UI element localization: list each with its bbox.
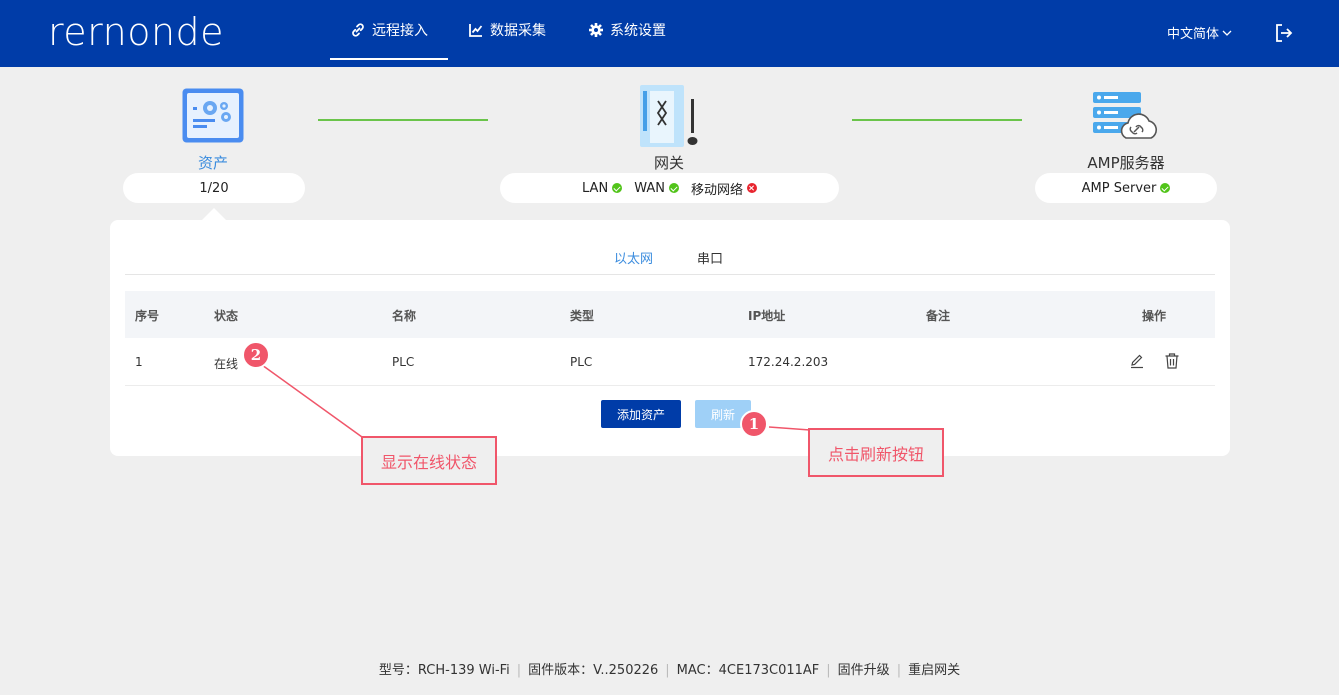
server-status-pill: AMP Server bbox=[1035, 173, 1217, 203]
server-title: AMP服务器 bbox=[1087, 154, 1165, 172]
table-header: 序号 状态 名称 类型 IP地址 备注 操作 bbox=[125, 291, 1215, 338]
col-note: 备注 bbox=[926, 309, 951, 323]
asset-gateway-link bbox=[318, 119, 488, 121]
footer-bar: 型号：RCH-139 Wi-Fi | 固件版本：V..250226 | MAC：4CE1… bbox=[0, 659, 1339, 678]
row-index: 1 bbox=[135, 355, 143, 369]
asset-title: 资产 bbox=[197, 154, 228, 172]
col-type: 类型 bbox=[570, 309, 595, 323]
top-navbar: rernonde 远程接入 数据采集 系统设置 中文简体 bbox=[0, 0, 1339, 67]
delete-icon[interactable] bbox=[1163, 352, 1181, 370]
tab-serial[interactable]: 串口 bbox=[697, 248, 723, 267]
nav-data-collection[interactable]: 数据采集 bbox=[468, 0, 546, 60]
check-icon bbox=[668, 183, 679, 193]
link-icon bbox=[352, 23, 364, 37]
nav-remote-access[interactable]: 远程接入 bbox=[330, 0, 448, 60]
row-name: PLC bbox=[392, 355, 415, 369]
mobile-network-status: 移动网络 bbox=[691, 179, 757, 198]
row-ip: 172.24.2.203 bbox=[748, 355, 829, 369]
asset-card: 以太网 串口 序号 状态 名称 类型 IP地址 备注 操作 1 在线 PLC P… bbox=[110, 220, 1230, 456]
chevron-down-icon bbox=[1222, 30, 1232, 36]
asset-count-pill: 1/20 bbox=[123, 173, 305, 203]
divider: | bbox=[516, 663, 522, 678]
edit-icon[interactable] bbox=[1128, 352, 1146, 370]
callout-online-status: 显示在线状态 bbox=[361, 436, 497, 485]
table-row: 1 在线 PLC PLC 172.24.2.203 bbox=[125, 338, 1215, 386]
asset-count: 1/20 bbox=[199, 180, 229, 196]
language-label: 中文简体 bbox=[1166, 27, 1219, 42]
asset-monitor-icon[interactable] bbox=[181, 87, 245, 144]
server-cloud-icon[interactable] bbox=[1092, 90, 1160, 142]
nav-system-settings[interactable]: 系统设置 bbox=[588, 0, 666, 60]
firmware-version: 固件版本：V..250226 bbox=[528, 663, 659, 678]
tab-bar: 以太网 串口 bbox=[125, 240, 1215, 275]
gateway-server-link bbox=[852, 119, 1022, 121]
col-name: 名称 bbox=[392, 309, 417, 323]
divider: | bbox=[826, 663, 831, 678]
row-type: PLC bbox=[570, 355, 593, 369]
lan-status: LAN bbox=[582, 181, 623, 196]
col-index: 序号 bbox=[135, 309, 160, 323]
logout-icon[interactable] bbox=[1273, 22, 1295, 44]
device-model: 型号：RCH-139 Wi-Fi bbox=[378, 663, 510, 678]
gateway-device-icon[interactable] bbox=[636, 83, 702, 149]
nav-label: 远程接入 bbox=[372, 23, 428, 39]
tab-ethernet[interactable]: 以太网 bbox=[614, 248, 653, 267]
gateway-status-pill: LAN WAN 移动网络 bbox=[500, 173, 839, 203]
col-ip: IP地址 bbox=[748, 309, 786, 323]
annotation-badge-1: 1 bbox=[740, 410, 768, 438]
reboot-gateway-link[interactable]: 重启网关 bbox=[908, 663, 960, 678]
row-status: 在线 bbox=[214, 357, 239, 371]
check-icon bbox=[1160, 183, 1171, 193]
chart-icon bbox=[469, 24, 483, 37]
amp-server-status: AMP Server bbox=[1082, 181, 1171, 196]
divider: | bbox=[665, 663, 670, 678]
gear-icon bbox=[589, 23, 603, 37]
language-selector[interactable]: 中文简体 bbox=[1167, 23, 1233, 42]
gateway-title: 网关 bbox=[653, 154, 684, 172]
brand-logo[interactable]: rernonde bbox=[48, 10, 224, 54]
col-status: 状态 bbox=[214, 309, 239, 323]
card-pointer bbox=[202, 208, 226, 220]
annotation-badge-2: 2 bbox=[242, 341, 270, 369]
add-asset-button[interactable]: 添加资产 bbox=[601, 400, 681, 428]
error-icon bbox=[746, 183, 757, 193]
col-actions: 操作 bbox=[1142, 309, 1167, 323]
mac-address: MAC：4CE173C011AF bbox=[676, 663, 820, 678]
wan-status: WAN bbox=[634, 181, 679, 196]
firmware-upgrade-link[interactable]: 固件升级 bbox=[838, 663, 890, 678]
callout-click-refresh: 点击刷新按钮 bbox=[808, 428, 944, 477]
nav-label: 数据采集 bbox=[490, 23, 546, 39]
check-icon bbox=[612, 183, 623, 193]
divider: | bbox=[896, 663, 902, 678]
nav-label: 系统设置 bbox=[610, 23, 666, 39]
